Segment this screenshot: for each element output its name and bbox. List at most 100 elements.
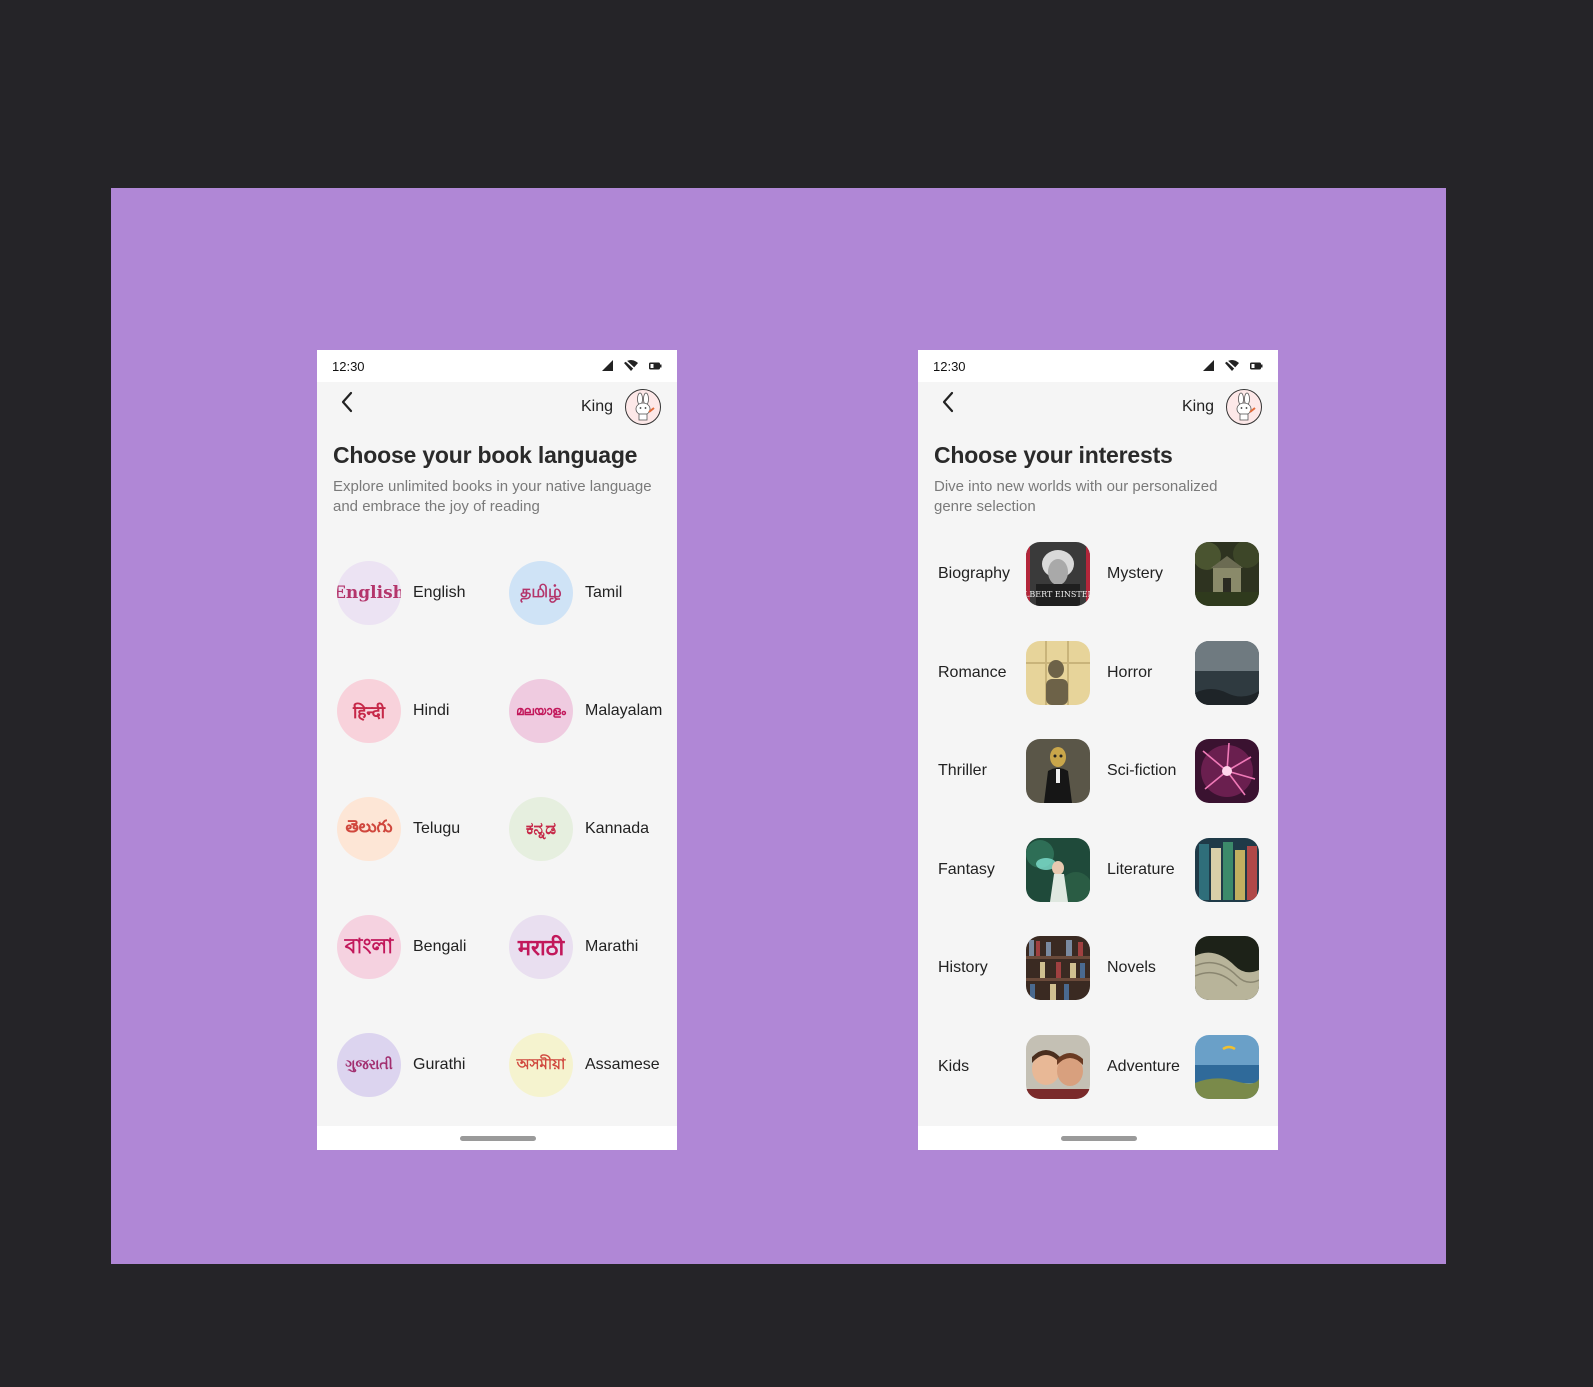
language-option-kannada[interactable]: ಕನ್ನಡ Kannada	[509, 797, 674, 861]
genre-label: Adventure	[1107, 1058, 1180, 1075]
language-label: Telugu	[413, 820, 461, 837]
language-label: Assamese	[585, 1056, 660, 1073]
language-badge: অসমীয়া	[509, 1033, 573, 1097]
language-option-assamese[interactable]: অসমীয়া Assamese	[509, 1033, 674, 1097]
genre-label: Biography	[938, 565, 1011, 582]
language-option-marathi[interactable]: मराठी Marathi	[509, 915, 674, 979]
language-label: English	[413, 584, 466, 601]
back-button[interactable]	[936, 388, 960, 416]
genre-option-kids[interactable]: Kids	[938, 1035, 1090, 1099]
genre-label: Fantasy	[938, 861, 995, 878]
language-label: Hindi	[413, 702, 450, 719]
language-script: ಕನ್ನಡ	[525, 819, 557, 839]
language-badge: বাংলা	[337, 915, 401, 979]
language-label: Malayalam	[585, 702, 663, 719]
plasma-ball-photo-thumbnail	[1195, 739, 1259, 803]
status-time: 12:30	[332, 359, 365, 374]
genre-label: Novels	[1107, 959, 1156, 976]
page-title: Choose your interests	[934, 442, 1173, 468]
status-bar: 12:30	[317, 350, 677, 382]
user-name: King	[1181, 398, 1214, 415]
home-indicator[interactable]	[1061, 1136, 1137, 1141]
genre-option-horror[interactable]: Horror	[1107, 641, 1259, 705]
avatar[interactable]	[1226, 389, 1262, 425]
status-icons	[601, 359, 662, 372]
language-badge: हिन्दी	[337, 679, 401, 743]
fairy-forest-photo-thumbnail	[1026, 838, 1090, 902]
genre-option-literature[interactable]: Literature	[1107, 838, 1259, 902]
book-spines-photo-thumbnail	[1195, 838, 1259, 902]
language-script: తెలుగు	[345, 817, 393, 837]
language-badge: తెలుగు	[337, 797, 401, 861]
genre-option-biography[interactable]: Biography ALBERT EINSTEIN	[938, 542, 1090, 606]
genre-label: History	[938, 959, 988, 976]
avatar[interactable]	[625, 389, 661, 425]
portrait-photo-thumbnail: ALBERT EINSTEIN	[1026, 542, 1090, 606]
genre-option-romance[interactable]: Romance	[938, 641, 1090, 705]
old-house-photo-thumbnail	[1195, 542, 1259, 606]
language-script: বাংলা	[344, 932, 394, 958]
home-bar-area	[317, 1126, 677, 1150]
stormy-sea-photo-thumbnail	[1195, 641, 1259, 705]
paraglider-coast-photo-thumbnail	[1195, 1035, 1259, 1099]
genre-label: Sci-fiction	[1107, 762, 1177, 779]
language-badge: தமிழ்	[509, 561, 573, 625]
language-badge: ಕನ್ನಡ	[509, 797, 573, 861]
genre-option-fantasy[interactable]: Fantasy	[938, 838, 1090, 902]
genre-option-novels[interactable]: Novels	[1107, 936, 1259, 1000]
back-button[interactable]	[335, 388, 359, 416]
language-option-telugu[interactable]: తెలుగు Telugu	[337, 797, 502, 861]
language-option-malayalam[interactable]: മലയാളം Malayalam	[509, 679, 674, 743]
status-icons	[1202, 359, 1263, 372]
language-option-bengali[interactable]: বাংলা Bengali	[337, 915, 502, 979]
language-script: मराठी	[517, 935, 565, 961]
genre-option-history[interactable]: History	[938, 936, 1090, 1000]
status-bar: 12:30	[918, 350, 1278, 382]
language-option-gujarati[interactable]: ગુજરાતી Gurathi	[337, 1033, 502, 1097]
genre-label: Horror	[1107, 664, 1153, 681]
language-option-tamil[interactable]: தமிழ் Tamil	[509, 561, 674, 625]
chevron-left-icon	[942, 391, 954, 413]
genre-label: Mystery	[1107, 565, 1163, 582]
language-label: Gurathi	[413, 1056, 466, 1073]
language-screen: 12:30 King Choose your book language Exp…	[317, 350, 677, 1150]
language-script: हिन्दी	[352, 702, 386, 723]
genre-option-adventure[interactable]: Adventure	[1107, 1035, 1259, 1099]
user-name: King	[580, 398, 613, 415]
signal-icon	[1202, 359, 1215, 372]
genre-option-thriller[interactable]: Thriller	[938, 739, 1090, 803]
genre-label: Thriller	[938, 762, 987, 779]
wifi-off-icon	[1224, 359, 1240, 372]
language-option-english[interactable]: English English	[337, 561, 502, 625]
home-bar-area	[918, 1126, 1278, 1150]
genre-label: Literature	[1107, 861, 1175, 878]
signal-icon	[601, 359, 614, 372]
language-script: ગુજરાતી	[345, 1057, 393, 1073]
page-title: Choose your book language	[333, 442, 638, 468]
language-script: മലയാളം	[516, 703, 566, 718]
language-option-hindi[interactable]: हिन्दी Hindi	[337, 679, 502, 743]
page-subtitle: Dive into new worlds with our personaliz…	[934, 478, 1218, 515]
language-script: English	[337, 583, 401, 603]
genre-label: Romance	[938, 664, 1007, 681]
children-photo-thumbnail	[1026, 1035, 1090, 1099]
interests-screen: 12:30 King Choose your interests Dive in…	[918, 350, 1278, 1150]
language-script: தமிழ்	[520, 582, 562, 602]
language-label: Marathi	[585, 938, 639, 955]
status-time: 12:30	[933, 359, 966, 374]
chevron-left-icon	[341, 391, 353, 413]
battery-icon	[1249, 361, 1263, 371]
language-badge: മലയാളം	[509, 679, 573, 743]
home-indicator[interactable]	[460, 1136, 536, 1141]
language-badge: मराठी	[509, 915, 573, 979]
genre-label: Kids	[938, 1058, 970, 1075]
open-book-photo-thumbnail	[1195, 936, 1259, 1000]
bunny-avatar-icon	[635, 392, 655, 421]
thumbnail-caption: ALBERT EINSTEIN	[1026, 590, 1090, 599]
language-badge: English	[337, 561, 401, 625]
language-label: Tamil	[585, 584, 623, 601]
page-subtitle: Explore unlimited books in your native l…	[333, 478, 652, 515]
genre-option-sci-fiction[interactable]: Sci-fiction	[1107, 739, 1259, 803]
genre-option-mystery[interactable]: Mystery	[1107, 542, 1259, 606]
language-badge: ગુજરાતી	[337, 1033, 401, 1097]
